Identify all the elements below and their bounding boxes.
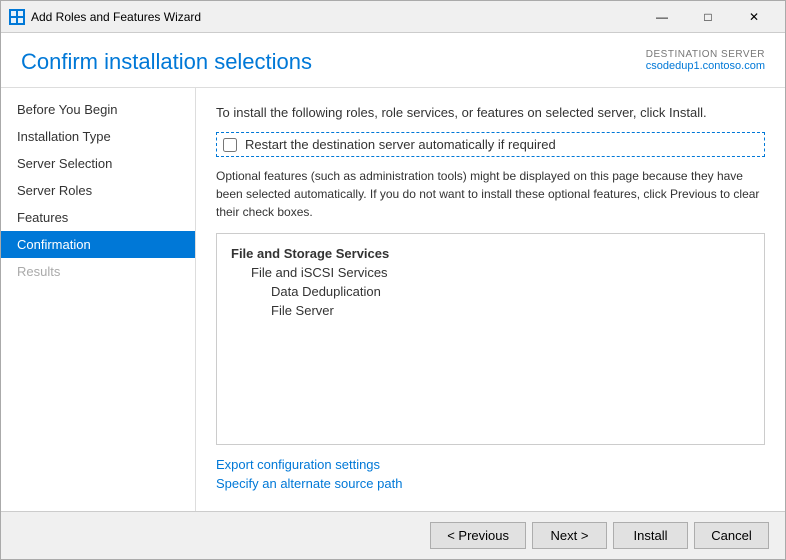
features-box: File and Storage ServicesFile and iSCSI … [216, 233, 765, 445]
sidebar-item-server-roles[interactable]: Server Roles [1, 177, 195, 204]
close-button[interactable]: ✕ [731, 1, 777, 33]
feature-item: File and Storage Services [231, 244, 750, 263]
destination-server-name: csodedup1.contoso.com [646, 60, 765, 72]
feature-item: File Server [231, 301, 750, 320]
export-link-row: Export configuration settings [216, 457, 765, 472]
sidebar-item-before-you-begin[interactable]: Before You Begin [1, 96, 195, 123]
next-button[interactable]: Next > [532, 522, 607, 549]
sidebar-item-results: Results [1, 258, 195, 285]
alternate-source-link[interactable]: Specify an alternate source path [216, 476, 402, 491]
page-header: Confirm installation selections DESTINAT… [1, 33, 785, 88]
main-layout: Before You BeginInstallation TypeServer … [1, 88, 785, 511]
restart-checkbox[interactable] [223, 138, 237, 152]
sidebar-item-server-selection[interactable]: Server Selection [1, 150, 195, 177]
window-icon [9, 9, 25, 25]
feature-item: File and iSCSI Services [231, 263, 750, 282]
top-section: To install the following roles, role ser… [216, 104, 765, 233]
destination-server-label: DESTINATION SERVER [646, 49, 765, 60]
previous-button[interactable]: < Previous [430, 522, 526, 549]
instruction-text: To install the following roles, role ser… [216, 104, 765, 122]
page-title: Confirm installation selections [21, 49, 312, 75]
footer: < Previous Next > Install Cancel [1, 511, 785, 559]
right-content: To install the following roles, role ser… [196, 88, 785, 511]
wizard-window: Add Roles and Features Wizard — □ ✕ Conf… [0, 0, 786, 560]
sidebar: Before You BeginInstallation TypeServer … [1, 88, 196, 511]
destination-server-info: DESTINATION SERVER csodedup1.contoso.com [646, 49, 765, 72]
alternate-source-link-row: Specify an alternate source path [216, 476, 765, 491]
minimize-button[interactable]: — [639, 1, 685, 33]
cancel-button[interactable]: Cancel [694, 522, 769, 549]
restart-label: Restart the destination server automatic… [245, 137, 556, 152]
export-config-link[interactable]: Export configuration settings [216, 457, 380, 472]
window-controls: — □ ✕ [639, 1, 777, 33]
window-title: Add Roles and Features Wizard [31, 10, 639, 24]
install-button[interactable]: Install [613, 522, 688, 549]
sidebar-item-confirmation[interactable]: Confirmation [1, 231, 195, 258]
sidebar-item-features[interactable]: Features [1, 204, 195, 231]
sidebar-item-installation-type[interactable]: Installation Type [1, 123, 195, 150]
feature-item: Data Deduplication [231, 282, 750, 301]
restart-row: Restart the destination server automatic… [216, 132, 765, 157]
title-bar: Add Roles and Features Wizard — □ ✕ [1, 1, 785, 33]
maximize-button[interactable]: □ [685, 1, 731, 33]
optional-text: Optional features (such as administratio… [216, 167, 765, 221]
